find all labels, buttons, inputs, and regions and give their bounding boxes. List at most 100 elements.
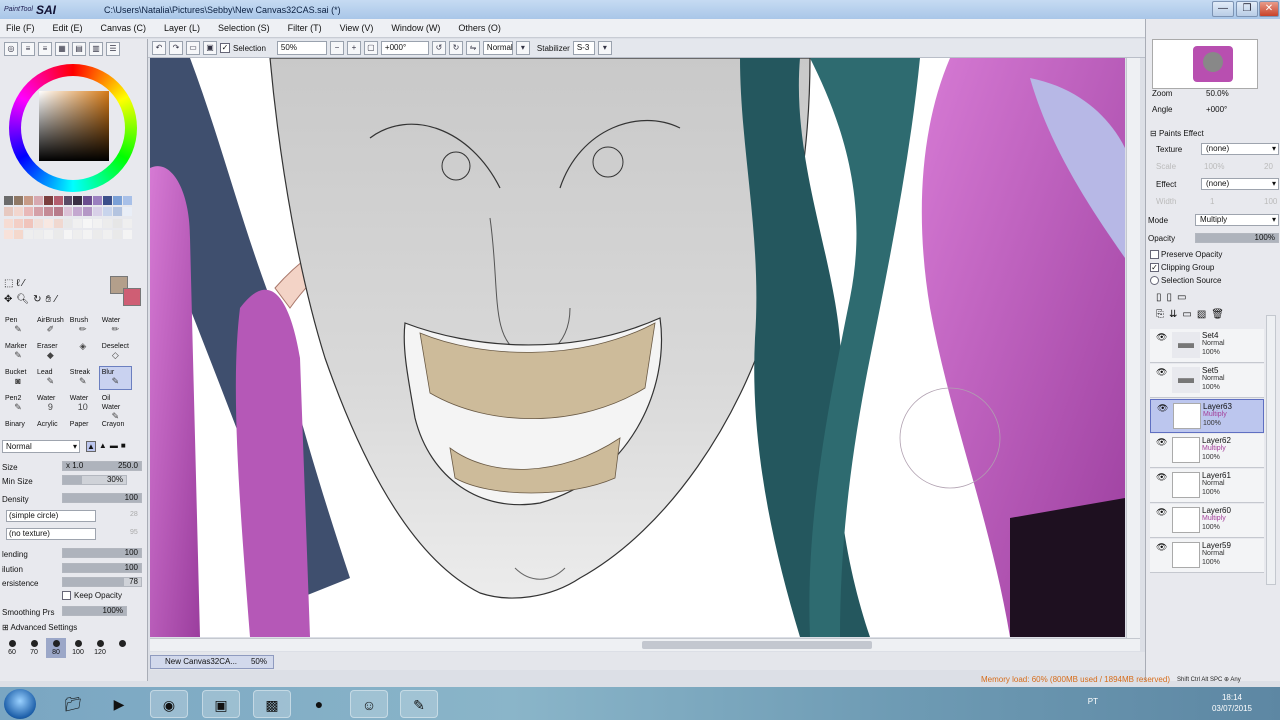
menu-window[interactable]: Window (W) [391,23,440,33]
selection-source-checkbox[interactable] [1150,276,1159,285]
layer-row[interactable]: 👁︎ ▬ Set4 Normal 100% [1150,329,1264,363]
rotate-cw-icon[interactable]: ↻ [448,41,463,55]
tool-binary[interactable]: Binary [2,418,34,442]
menu-canvas[interactable]: Canvas (C) [101,23,147,33]
smoothing-slider[interactable]: 100% [62,606,127,616]
delete-layer-icon[interactable]: 🗑︎ [1211,309,1224,320]
tool-airbrush[interactable]: AirBrush ✐ [34,314,67,338]
blend-dropdown-icon[interactable]: ▾ [515,41,530,55]
mixer-icon[interactable]: ▤ [72,42,86,56]
invert-selection-icon[interactable]: ▣ [203,41,217,55]
menu-edit[interactable]: Edit (E) [53,23,83,33]
clipping-group-checkbox[interactable]: ✓ [1150,263,1159,272]
keep-opacity-checkbox[interactable] [62,591,71,600]
clear-layer-icon[interactable]: ▭ [1182,309,1191,320]
tool-water10[interactable]: Water 10 [67,392,99,416]
paint-tool-sai-icon[interactable]: ✎ [400,690,438,718]
blend-mode-field[interactable]: Normal [482,41,513,55]
tool-brush[interactable]: Brush ✏ [67,314,99,338]
app-icon[interactable]: ▣ [202,690,240,718]
layer-row[interactable]: 👁︎ Layer59 Normal 100% [1150,539,1264,573]
eye-icon[interactable]: 👁︎ [1156,542,1167,553]
blending-slider[interactable]: 100 [62,548,142,558]
flip-icon[interactable]: ⇋ [465,41,480,55]
rgb-slider-icon[interactable]: ≡ [21,42,35,56]
maximize-button[interactable]: ❐ [1236,1,1258,17]
shape-round-icon[interactable]: ▲ [99,441,107,452]
tool-lead[interactable]: Lead ✎ [34,366,67,390]
magic-wand-icon[interactable]: ⁄ [23,278,25,289]
tool-paper[interactable]: Paper [67,418,99,442]
rect-select-icon[interactable]: ⬚ [4,278,13,289]
density-slider[interactable]: 100 [62,493,142,503]
tool-marker[interactable]: Marker ✎ [2,340,34,364]
tool-oil-water[interactable]: Oil Water ✎ [99,392,132,421]
chrome-icon[interactable]: ◉ [150,690,188,718]
size-multiplier[interactable]: x 1.0 [66,461,83,470]
angle-field[interactable]: +000° [380,41,429,55]
swatches-icon[interactable]: ▦ [55,42,69,56]
min-size-slider[interactable]: 30% [62,475,127,485]
vertical-scrollbar[interactable] [1126,58,1140,638]
horizontal-scrollbar[interactable] [150,638,1140,651]
close-button[interactable]: ✕ [1259,1,1279,17]
advanced-settings-toggle[interactable]: ⊞ Advanced Settings [2,623,77,632]
language-indicator[interactable]: PT [1088,697,1098,706]
tool-eraser[interactable]: Eraser ◆ [34,340,67,364]
game-icon[interactable]: ▩ [253,690,291,718]
layer-row[interactable]: 👁︎ Layer61 Normal 100% [1150,469,1264,503]
shape-soft-icon[interactable]: ▬ [110,441,118,452]
hand-icon[interactable]: ✋︎ [45,294,51,305]
lasso-icon[interactable]: ℓ [16,278,19,289]
shape-hard-icon[interactable]: ■ [121,441,126,452]
preserve-opacity-checkbox[interactable] [1150,250,1159,259]
clock[interactable]: 18:14 03/07/2015 [1212,692,1252,714]
zoom-reset-icon[interactable]: ▢ [363,41,378,55]
tool-blur[interactable]: Blur ✎ [98,366,132,390]
layer-row[interactable]: 👁︎ Layer62 Multiply 100% [1150,434,1264,468]
tool-select-pen[interactable]: ◈ [67,340,99,364]
start-button[interactable] [4,689,36,719]
preset-size[interactable]: 70 [24,638,44,658]
color-wheel-icon[interactable]: ◎ [4,42,18,56]
menu-view[interactable]: View (V) [340,23,374,33]
apply-mask-icon[interactable]: ▧ [1197,309,1206,320]
layer-scrollbar[interactable] [1266,315,1276,585]
menu-others[interactable]: Others (O) [458,23,501,33]
eyedropper-icon[interactable]: ⁄ [55,294,57,305]
brush-blend-select[interactable]: Normal ▾ [2,440,80,453]
color-square[interactable] [39,91,109,161]
eye-icon[interactable]: 👁︎ [1156,472,1167,483]
eye-icon[interactable]: 👁︎ [1156,507,1167,518]
effect-select[interactable]: (none) [1201,178,1279,190]
menu-selection[interactable]: Selection (S) [218,23,270,33]
tool-water9[interactable]: Water 9 [34,392,67,416]
tool-pen2[interactable]: Pen2 ✎ [2,392,34,416]
explorer-icon[interactable]: 📁︎ [54,690,92,718]
tool-acrylic[interactable]: Acrylic [34,418,67,442]
texture-select[interactable]: (none) [1201,143,1279,155]
new-linework-icon[interactable]: ▯ [1167,292,1173,303]
zoom-out-icon[interactable]: − [329,41,344,55]
osu-icon[interactable]: ● [300,690,338,718]
rotate-ccw-icon[interactable]: ↺ [431,41,446,55]
layer-row[interactable]: 👁︎ ▬ Set5 Normal 100% [1150,364,1264,398]
palette-list-icon[interactable]: ☰ [106,42,120,56]
eye-icon[interactable]: 👁︎ [1156,367,1167,378]
nav-angle-value[interactable]: +000° [1206,105,1227,114]
preset-size[interactable]: 100 [68,638,88,658]
eye-icon[interactable]: 👁︎ [1156,332,1167,343]
copy-layer-icon[interactable]: ⎘ [1156,309,1164,320]
new-layer-icon[interactable]: ▯ [1156,292,1162,303]
navigator-preview[interactable] [1152,39,1258,89]
zoom-in-icon[interactable]: + [346,41,361,55]
undo-icon[interactable]: ↶ [152,41,166,55]
media-player-icon[interactable]: ▶ [100,690,138,718]
menu-filter[interactable]: Filter (T) [288,23,322,33]
preset-size[interactable]: 60 [2,638,22,658]
merge-down-icon[interactable]: ⇊ [1169,309,1177,320]
redo-icon[interactable]: ↷ [169,41,183,55]
swatch-palette[interactable] [4,196,132,240]
tool-pen[interactable]: Pen ✎ [2,314,34,338]
tool-bucket[interactable]: Bucket ◙ [2,366,34,390]
